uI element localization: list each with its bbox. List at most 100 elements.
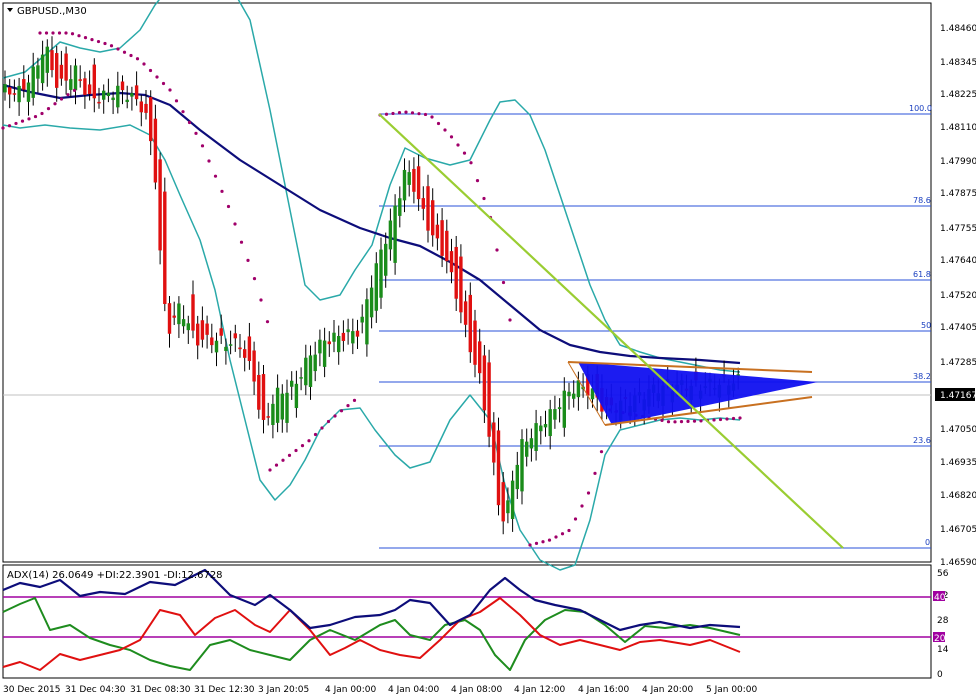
candle-body [191, 294, 195, 331]
parabolic-sar-dot [599, 450, 604, 454]
candle-body [496, 430, 501, 506]
parabolic-sar-dot [268, 468, 272, 472]
candle-body [543, 424, 548, 428]
candle-body [181, 319, 186, 327]
price-tick: 1.47050 [940, 425, 976, 435]
candle-body [369, 287, 374, 318]
parabolic-sar-dot [436, 121, 441, 126]
parabolic-sar-dot [391, 111, 395, 116]
parabolic-sar-dot [77, 34, 81, 38]
candle-body [8, 87, 12, 95]
parabolic-sar-dot [731, 416, 736, 421]
price-tick: 1.47875 [940, 189, 976, 199]
candle-body [172, 315, 176, 318]
parabolic-sar-dot [586, 491, 591, 495]
candle-body [22, 79, 26, 90]
parabolic-sar-dot [475, 179, 480, 183]
parabolic-sar-dot [265, 320, 270, 324]
parabolic-sar-dot [51, 31, 55, 35]
candle-body [548, 409, 552, 437]
trading-chart[interactable]: GBPUSD.,M30 ADX(14) 26.0649 +DI:22.3901 … [0, 0, 976, 698]
parabolic-sar-dot [666, 420, 671, 424]
candle-body [139, 101, 143, 113]
parabolic-sar-dot [14, 121, 18, 126]
candle-body [252, 350, 256, 382]
fib-label: 38.2 [913, 372, 931, 381]
parabolic-sar-dot [417, 112, 421, 116]
candle-body [487, 362, 491, 437]
parabolic-sar-dot [699, 419, 703, 423]
candle-body [59, 64, 64, 79]
parabolic-sar-dot [567, 528, 571, 533]
parabolic-sar-dot [57, 31, 62, 35]
candle-body [553, 409, 557, 420]
candle-body [31, 66, 35, 98]
candle-body [576, 380, 581, 398]
time-axis: 30 Dec 2015 31 Dec 04:30 31 Dec 08:30 31… [3, 685, 758, 695]
candle-body [64, 53, 68, 81]
candle-body [214, 340, 219, 353]
parabolic-sar-dot [462, 151, 467, 155]
parabolic-sar-dot [207, 159, 211, 163]
candle-body [120, 81, 125, 91]
time-tick: 31 Dec 04:30 [65, 685, 126, 695]
candle-body [26, 82, 31, 102]
candle-body [337, 336, 341, 353]
candle-body [351, 331, 355, 344]
candle-body [482, 355, 487, 411]
parabolic-sar-dot [20, 119, 25, 123]
candle-body [332, 332, 336, 342]
parabolic-sar-dot [33, 114, 38, 119]
candle-body [78, 79, 82, 81]
parabolic-sar-dot [404, 110, 408, 114]
parabolic-sar-dot [580, 504, 584, 508]
price-tick: 1.48110 [940, 123, 976, 133]
candle-body [557, 407, 562, 410]
parabolic-sar-dot [226, 204, 231, 209]
candle-body [177, 303, 181, 325]
candle-body [449, 251, 454, 273]
parabolic-sar-dot [181, 110, 185, 114]
candle-body [327, 341, 331, 345]
fib-label: 50 [921, 321, 931, 330]
candle-body [318, 339, 322, 354]
parabolic-sar-dot [712, 418, 716, 422]
parabolic-sar-dot [274, 463, 279, 467]
parabolic-sar-dot [90, 38, 94, 42]
candle-body [454, 246, 458, 299]
parabolic-sar-dot [239, 240, 244, 244]
parabolic-sar-dot [673, 420, 677, 424]
candle-body [510, 480, 515, 519]
parabolic-sar-dot [725, 417, 729, 421]
price-tick: 1.47755 [940, 224, 976, 234]
parabolic-sar-dot [103, 41, 107, 46]
parabolic-sar-dot [541, 540, 545, 544]
candle-body [106, 92, 111, 97]
candle-body [388, 220, 393, 250]
candle-body [73, 65, 78, 91]
parabolic-sar-dot [109, 44, 114, 48]
parabolic-sar-dot [423, 112, 428, 117]
price-tick: 1.47640 [940, 256, 976, 266]
candle-body [219, 328, 223, 336]
bearish-candle [487, 349, 491, 448]
parabolic-sar-dot [135, 57, 140, 61]
candle-body [435, 224, 440, 239]
parabolic-sar-dot [187, 120, 192, 125]
parabolic-sar-dot [679, 420, 684, 424]
candle-body [196, 323, 200, 346]
candle-body [468, 294, 472, 353]
candle-body [506, 500, 510, 514]
level-high-tag: 40 [934, 593, 946, 603]
fib-label: 23.6 [913, 436, 931, 445]
parabolic-sar-dot [449, 135, 454, 139]
main-chart-frame [2, 2, 932, 563]
fib-label: 0 [925, 538, 930, 547]
candle-body [562, 390, 566, 428]
parabolic-sar-dot [313, 432, 318, 437]
parabolic-sar-dot [573, 517, 578, 521]
symbol-title: GBPUSD.,M30 [7, 6, 87, 17]
candle-body [144, 103, 148, 113]
price-axis: 1.48460 1.48345 1.48225 1.48110 1.47990 … [940, 24, 976, 568]
candle-body [134, 85, 139, 100]
